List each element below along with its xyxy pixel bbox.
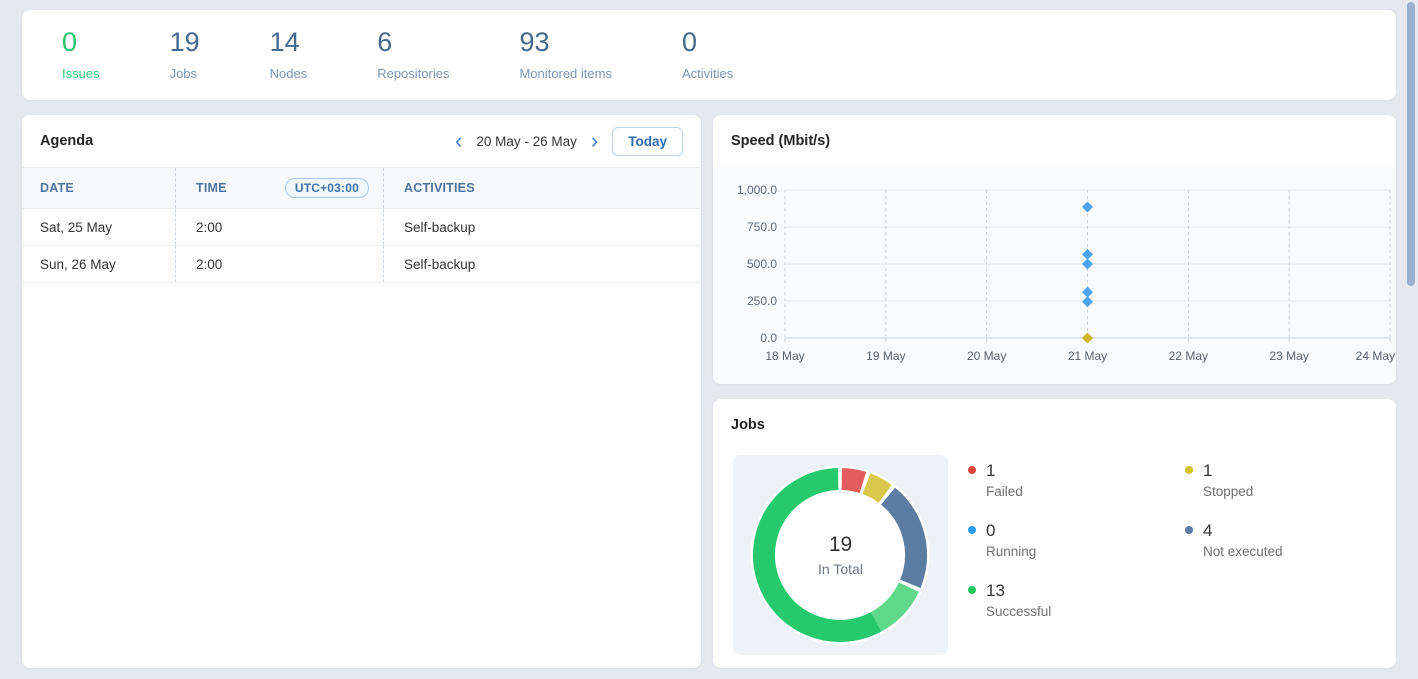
- speed-chart: 1,000.0 750.0 500.0 250.0 0.0 18 May 19 May 20 …: [713, 167, 1396, 384]
- stat-activities[interactable]: 0 Activities: [682, 27, 733, 81]
- stat-jobs[interactable]: 19 Jobs: [170, 27, 200, 81]
- agenda-date-range: 20 May - 26 May: [476, 134, 577, 149]
- agenda-week-nav: ‹ 20 May - 26 May › Today: [453, 127, 683, 156]
- stat-jobs-value: 19: [170, 27, 200, 58]
- cell-time: 2:00: [176, 209, 384, 245]
- stat-nodes[interactable]: 14 Nodes: [270, 27, 308, 81]
- svg-text:250.0: 250.0: [747, 294, 777, 308]
- legend-label: Failed: [986, 484, 1051, 499]
- svg-text:19 May: 19 May: [866, 349, 905, 363]
- stat-issues[interactable]: 0 Issues: [62, 27, 100, 81]
- speed-panel: Speed (Mbit/s) 1,000.0 750.0 500.0 250.0 0.0…: [713, 115, 1396, 384]
- svg-text:21 May: 21 May: [1068, 349, 1107, 363]
- legend-label: Stopped: [1203, 484, 1283, 499]
- stat-activities-label: Activities: [682, 66, 733, 81]
- legend-item-running: 0 Running: [968, 521, 1051, 581]
- successful-dot-icon: [968, 586, 976, 594]
- agenda-row-sat-25-may[interactable]: Sat, 25 May 2:00 Self-backup: [22, 209, 701, 246]
- svg-text:0.0: 0.0: [760, 331, 777, 345]
- chevron-left-icon[interactable]: ‹: [453, 129, 464, 153]
- column-header-date: DATE: [22, 168, 176, 208]
- legend-item-stopped: 1 Stopped: [1185, 461, 1283, 521]
- stat-nodes-label: Nodes: [270, 66, 308, 81]
- cell-date: Sun, 26 May: [22, 246, 176, 282]
- svg-text:23 May: 23 May: [1269, 349, 1308, 363]
- svg-text:750.0: 750.0: [747, 220, 777, 234]
- stat-jobs-label: Jobs: [170, 66, 200, 81]
- cell-activity: Self-backup: [384, 257, 701, 272]
- stat-monitored-items[interactable]: 93 Monitored items: [519, 27, 611, 81]
- legend-item-failed: 1 Failed: [968, 461, 1051, 521]
- legend-item-successful: 13 Successful: [968, 581, 1051, 641]
- column-header-time-label: TIME: [196, 181, 227, 195]
- stat-repositories-label: Repositories: [377, 66, 449, 81]
- jobs-legend-column-1: 1 Failed 0 Running 13 Successful: [968, 461, 1051, 641]
- chevron-right-icon[interactable]: ›: [589, 129, 600, 153]
- stat-issues-value: 0: [62, 27, 100, 58]
- legend-label: Not executed: [1203, 544, 1283, 559]
- stat-repositories[interactable]: 6 Repositories: [377, 27, 449, 81]
- stats-bar: 0 Issues 19 Jobs 14 Nodes 6 Repositories…: [22, 10, 1396, 100]
- jobs-body: 19 In Total 1 Failed 0 Running 13 Succes…: [713, 451, 1396, 668]
- stat-activities-value: 0: [682, 27, 733, 58]
- cell-time: 2:00: [176, 246, 384, 282]
- column-header-activities: ACTIVITIES: [384, 181, 701, 195]
- cell-activity: Self-backup: [384, 220, 701, 235]
- svg-text:22 May: 22 May: [1169, 349, 1208, 363]
- stat-repositories-value: 6: [377, 27, 449, 58]
- timezone-badge: UTC+03:00: [285, 178, 369, 198]
- svg-text:1,000.0: 1,000.0: [737, 183, 777, 197]
- stat-issues-label: Issues: [62, 66, 100, 81]
- running-dot-icon: [968, 526, 976, 534]
- agenda-row-sun-26-may[interactable]: Sun, 26 May 2:00 Self-backup: [22, 246, 701, 283]
- jobs-title: Jobs: [731, 417, 765, 433]
- svg-text:500.0: 500.0: [747, 257, 777, 271]
- stat-nodes-value: 14: [270, 27, 308, 58]
- column-header-time: TIME UTC+03:00: [176, 168, 384, 208]
- agenda-panel: Agenda ‹ 20 May - 26 May › Today DATE TI…: [22, 115, 701, 668]
- failed-dot-icon: [968, 466, 976, 474]
- stopped-dot-icon: [1185, 466, 1193, 474]
- svg-text:24 May: 24 May: [1356, 349, 1395, 363]
- legend-item-not-executed: 4 Not executed: [1185, 521, 1283, 581]
- speed-title: Speed (Mbit/s): [731, 133, 830, 149]
- speed-scatter-plot: 1,000.0 750.0 500.0 250.0 0.0 18 May 19 May 20 …: [713, 167, 1396, 384]
- stat-monitored-items-value: 93: [519, 27, 611, 58]
- jobs-legend-column-2: 1 Stopped 4 Not executed: [1185, 461, 1283, 581]
- today-button[interactable]: Today: [612, 127, 683, 156]
- vertical-scrollbar-thumb[interactable]: [1407, 2, 1415, 286]
- cell-date: Sat, 25 May: [22, 209, 176, 245]
- agenda-title: Agenda: [40, 133, 93, 149]
- svg-text:20 May: 20 May: [967, 349, 1006, 363]
- legend-label: Successful: [986, 604, 1051, 619]
- donut-ring: [733, 455, 948, 655]
- jobs-panel: Jobs 19 In Total 1 Failed 0 Running 13 S…: [713, 399, 1396, 668]
- stat-monitored-items-label: Monitored items: [519, 66, 611, 81]
- svg-text:18 May: 18 May: [765, 349, 804, 363]
- agenda-table-header: DATE TIME UTC+03:00 ACTIVITIES: [22, 167, 701, 209]
- jobs-donut-chart: 19 In Total: [733, 455, 948, 655]
- not-executed-dot-icon: [1185, 526, 1193, 534]
- legend-label: Running: [986, 544, 1051, 559]
